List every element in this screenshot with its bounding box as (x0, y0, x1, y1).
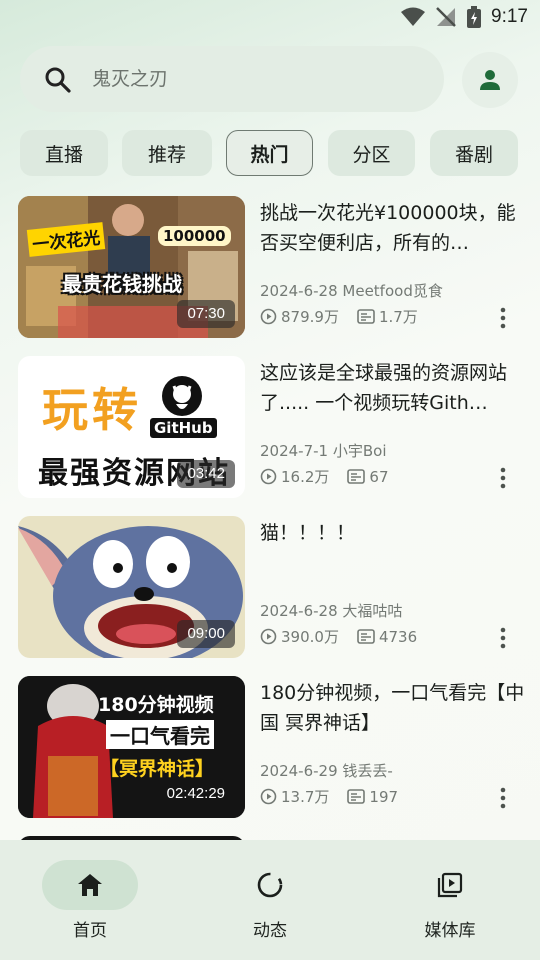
search-icon[interactable] (44, 66, 72, 94)
danmaku-count: 197 (369, 787, 399, 806)
play-count-icon (260, 468, 277, 485)
video-thumbnail[interactable]: 180分钟视频 一口气看完 【冥界神话】 02:42:29 (18, 676, 245, 818)
video-thumbnail[interactable]: 玩转 GitHub 最强资源网站 03:42 (18, 356, 245, 498)
chip-hot[interactable]: 热门 (226, 130, 313, 176)
more-vert-icon[interactable] (496, 306, 510, 330)
video-item[interactable]: 玩转 GitHub 最强资源网站 03:42 这应该是全球最强的资源网站了...… (0, 356, 540, 498)
nav-library-label: 媒体库 (424, 921, 476, 941)
thumbnail-text: GitHub (150, 418, 217, 438)
chip-anime[interactable]: 番剧 (430, 130, 518, 176)
thumbnail-text: 180分钟视频 (98, 694, 214, 716)
danmaku-icon (347, 789, 366, 804)
search-row (20, 46, 520, 112)
avatar[interactable] (462, 52, 518, 108)
video-title[interactable]: 180分钟视频，一口气看完【中国 冥界神话】 (260, 678, 525, 738)
nav-library[interactable]: 媒体库 (370, 860, 530, 950)
video-duration: 07:30 (177, 300, 235, 328)
danmaku-icon (357, 629, 375, 644)
thumbnail-text: 【冥界神话】 (100, 758, 215, 780)
person-icon (480, 70, 500, 90)
video-thumbnail[interactable]: 一次花光 100000 最贵花钱挑战 07:30 (18, 196, 245, 338)
video-title[interactable]: 猫！！！！ (260, 518, 525, 548)
chip-live[interactable]: 直播 (20, 130, 108, 176)
bottom-navigation: 首页 动态 媒体库 (0, 840, 540, 960)
chip-recommend[interactable]: 推荐 (122, 130, 212, 176)
play-count-icon (260, 308, 277, 325)
nav-home[interactable]: 首页 (10, 860, 170, 950)
video-item[interactable]: 09:00 猫！！！！ 2024-6-28 大福咕咕 390.0万 4736 (0, 516, 540, 658)
view-count: 390.0万 (281, 628, 339, 646)
video-title[interactable]: 这应该是全球最强的资源网站了..... 一个视频玩转Gith… (260, 358, 525, 418)
video-date-author: 2024-6-28 Meetfood觅食 (260, 282, 443, 300)
video-stats: 13.7万 197 (260, 786, 398, 807)
view-count: 16.2万 (281, 468, 330, 486)
status-icons: 9:17 (401, 6, 528, 28)
view-count: 879.9万 (281, 308, 339, 326)
more-vert-icon[interactable] (496, 466, 510, 490)
home-icon (78, 874, 102, 896)
danmaku-icon (357, 309, 375, 324)
search-bar[interactable] (20, 46, 444, 112)
status-bar: 9:17 (0, 0, 540, 36)
video-list[interactable]: 一次花光 100000 最贵花钱挑战 07:30 挑战一次花光¥100000块，… (0, 196, 540, 840)
activity-icon (257, 872, 283, 898)
video-item[interactable]: 180分钟视频 一口气看完 【冥界神话】 02:42:29 180分钟视频，一口… (0, 676, 540, 818)
video-duration: 02:42:29 (166, 785, 225, 802)
video-duration: 09:00 (177, 620, 235, 648)
video-date-author: 2024-7-1 小宇Boi (260, 442, 387, 460)
video-thumbnail[interactable]: 09:00 (18, 516, 245, 658)
video-date-author: 2024-6-28 大福咕咕 (260, 602, 403, 620)
chip-category[interactable]: 分区 (328, 130, 415, 176)
video-duration: 03:42 (177, 460, 235, 488)
danmaku-count: 67 (369, 467, 389, 486)
play-count-icon (260, 788, 277, 805)
no-signal-icon (436, 7, 456, 27)
wifi-icon (401, 7, 426, 26)
danmaku-icon (347, 469, 366, 484)
video-stats: 16.2万 67 (260, 466, 389, 487)
library-icon (437, 872, 463, 898)
video-date-author: 2024-6-29 钱丢丢- (260, 762, 393, 780)
nav-activity[interactable]: 动态 (190, 860, 350, 950)
thumbnail-text: 100000 (158, 226, 231, 246)
nav-activity-label: 动态 (253, 921, 287, 941)
more-vert-icon[interactable] (496, 786, 510, 810)
video-title[interactable]: 挑战一次花光¥100000块，能否买空便利店，所有的… (260, 198, 525, 258)
category-chips: 直播 推荐 热门 分区 番剧 (20, 130, 540, 176)
thumbnail-text: 最贵花钱挑战 (62, 272, 182, 296)
battery-icon (467, 6, 482, 28)
view-count: 13.7万 (281, 788, 330, 806)
status-time: 9:17 (491, 6, 528, 27)
nav-home-label: 首页 (73, 921, 107, 941)
video-stats: 879.9万 1.7万 (260, 306, 418, 327)
thumbnail-text: 玩转 (42, 383, 142, 437)
thumbnail-text: 一口气看完 (106, 720, 214, 749)
video-stats: 390.0万 4736 (260, 626, 417, 647)
video-item[interactable]: 一次花光 100000 最贵花钱挑战 07:30 挑战一次花光¥100000块，… (0, 196, 540, 338)
github-logo-icon (162, 376, 202, 416)
more-vert-icon[interactable] (496, 626, 510, 650)
search-input[interactable] (92, 64, 412, 94)
danmaku-count: 1.7万 (378, 308, 418, 326)
play-count-icon (260, 628, 277, 645)
danmaku-count: 4736 (378, 627, 418, 646)
